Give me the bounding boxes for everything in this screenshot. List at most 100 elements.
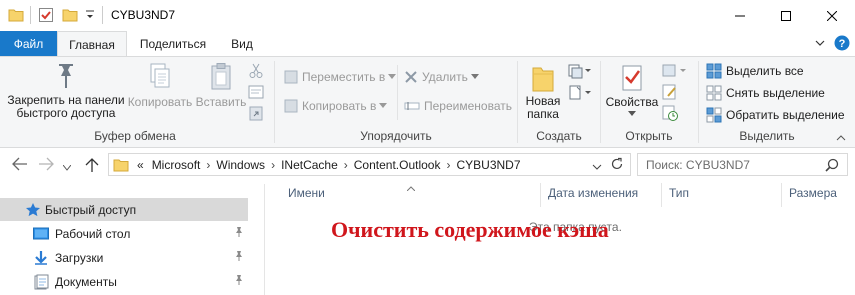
delete-icon xyxy=(405,71,417,83)
copy-to-button[interactable]: Копировать в xyxy=(284,99,391,113)
nav-item-quick-access[interactable]: Быстрый доступ xyxy=(0,198,248,221)
tab-share[interactable]: Поделиться xyxy=(131,31,215,56)
properties-check-icon[interactable] xyxy=(38,7,54,26)
pin-quick-access-button[interactable]: Закрепить на панели быстрого доступа xyxy=(6,62,126,120)
copy-to-icon xyxy=(284,99,298,113)
open-icon[interactable] xyxy=(662,63,688,82)
breadcrumb-inetcache[interactable]: INetCache xyxy=(279,158,340,172)
dropdown-arrow-icon xyxy=(379,103,388,108)
new-folder-icon[interactable] xyxy=(62,7,78,26)
breadcrumb-separator[interactable]: › xyxy=(442,158,454,172)
column-divider[interactable] xyxy=(540,183,541,207)
breadcrumb-microsoft[interactable]: Microsoft xyxy=(150,158,203,172)
group-divider xyxy=(517,61,518,143)
recent-dropdown-icon[interactable] xyxy=(62,160,72,174)
back-arrow-icon[interactable] xyxy=(12,157,28,174)
qat-customize-icon[interactable] xyxy=(85,9,95,24)
select-none-label: Снять выделение xyxy=(726,86,825,100)
nav-item-label: Загрузки xyxy=(55,250,104,265)
history-icon[interactable] xyxy=(662,105,678,124)
star-icon xyxy=(25,202,41,218)
easy-access-icon[interactable] xyxy=(568,85,592,104)
select-all-label: Выделить все xyxy=(726,64,804,78)
address-dropdown-icon[interactable] xyxy=(592,160,602,174)
new-item-icon[interactable] xyxy=(568,63,592,82)
folder-icon xyxy=(113,158,129,172)
forward-arrow-icon[interactable] xyxy=(38,157,54,174)
group-divider xyxy=(698,61,699,143)
navigation-bar: « Microsoft › Windows › INetCache › Cont… xyxy=(0,148,855,180)
ribbon-tabs: Файл Главная Поделиться Вид ? xyxy=(0,31,855,57)
column-header-size[interactable]: Размера xyxy=(789,186,837,200)
chevron-down-icon[interactable] xyxy=(814,35,826,54)
select-all-button[interactable]: Выделить все xyxy=(706,63,804,79)
help-icon[interactable]: ? xyxy=(834,35,850,54)
copy-icon xyxy=(150,63,170,88)
close-button[interactable] xyxy=(809,0,855,31)
dropdown-arrow-icon xyxy=(388,74,397,79)
title-bar: CYBU3ND7 xyxy=(0,0,855,31)
paste-label: Вставить xyxy=(195,95,247,109)
search-icon xyxy=(825,158,839,175)
breadcrumb-content-outlook[interactable]: Content.Outlook xyxy=(352,158,443,172)
nav-item-downloads[interactable]: Загрузки xyxy=(0,246,248,269)
download-icon xyxy=(33,250,49,266)
tab-file[interactable]: Файл xyxy=(0,31,57,56)
column-divider[interactable] xyxy=(661,183,662,207)
edit-icon[interactable] xyxy=(662,84,678,103)
breadcrumb-current[interactable]: CYBU3ND7 xyxy=(454,158,522,172)
ribbon: Закрепить на панели быстрого доступа Коп… xyxy=(0,56,855,148)
breadcrumb-separator[interactable]: › xyxy=(202,158,214,172)
minimize-button[interactable] xyxy=(717,0,763,31)
copy-button[interactable]: Копировать xyxy=(125,62,195,109)
nav-item-label: Рабочий стол xyxy=(55,226,131,241)
collapse-ribbon-icon[interactable] xyxy=(836,131,846,145)
select-all-icon xyxy=(706,63,722,79)
svg-text:?: ? xyxy=(839,38,846,50)
maximize-button[interactable] xyxy=(763,0,809,31)
dropdown-arrow-icon xyxy=(628,111,636,116)
move-to-button[interactable]: Переместить в xyxy=(284,70,400,84)
column-divider[interactable] xyxy=(781,183,782,207)
breadcrumb-separator[interactable]: › xyxy=(340,158,352,172)
breadcrumb-windows[interactable]: Windows xyxy=(214,158,267,172)
new-folder-icon xyxy=(532,67,554,92)
copy-path-icon[interactable] xyxy=(248,85,264,102)
rename-icon xyxy=(404,102,420,110)
search-placeholder: Поиск: CYBU3ND7 xyxy=(646,157,750,172)
copy-label: Копировать xyxy=(127,95,193,109)
breadcrumb-overflow[interactable]: « xyxy=(135,158,150,172)
column-header-type[interactable]: Тип xyxy=(669,186,689,200)
address-bar[interactable]: « Microsoft › Windows › INetCache › Cont… xyxy=(108,153,631,176)
nav-item-desktop[interactable]: Рабочий стол xyxy=(0,222,248,245)
tab-view[interactable]: Вид xyxy=(219,31,265,56)
column-header-date[interactable]: Дата изменения xyxy=(548,186,638,200)
breadcrumb-separator[interactable]: › xyxy=(267,158,279,172)
overlay-caption: Очистить содержимое кэша xyxy=(331,217,609,242)
nav-item-documents[interactable]: Документы xyxy=(0,270,248,293)
paste-button[interactable]: Вставить xyxy=(192,62,250,109)
properties-button[interactable]: Свойства xyxy=(604,62,660,117)
folder-icon[interactable] xyxy=(8,7,24,26)
new-folder-button[interactable]: Новая папка xyxy=(521,62,565,121)
refresh-icon[interactable] xyxy=(610,157,624,174)
up-arrow-icon[interactable] xyxy=(85,157,99,176)
pin-icon[interactable] xyxy=(234,250,244,265)
search-input[interactable]: Поиск: CYBU3ND7 xyxy=(637,153,848,176)
pin-icon[interactable] xyxy=(234,226,244,241)
tab-home[interactable]: Главная xyxy=(57,31,127,57)
paste-shortcut-icon[interactable] xyxy=(249,105,263,124)
column-header-name[interactable]: Имени xyxy=(288,186,325,200)
pin-icon xyxy=(59,64,73,88)
cut-icon[interactable] xyxy=(248,63,264,82)
invert-selection-button[interactable]: Обратить выделение xyxy=(706,107,845,123)
documents-icon xyxy=(33,274,49,290)
navigation-pane: Быстрый доступ Рабочий стол Загрузки Док… xyxy=(0,184,265,295)
sort-arrow-icon xyxy=(406,180,416,194)
select-none-button[interactable]: Снять выделение xyxy=(706,85,825,101)
delete-button[interactable]: Удалить xyxy=(404,70,483,84)
rename-button[interactable]: Переименовать xyxy=(404,99,512,113)
desktop-icon xyxy=(33,227,49,241)
copy-to-label: Копировать в xyxy=(302,99,377,113)
pin-icon[interactable] xyxy=(234,274,244,289)
